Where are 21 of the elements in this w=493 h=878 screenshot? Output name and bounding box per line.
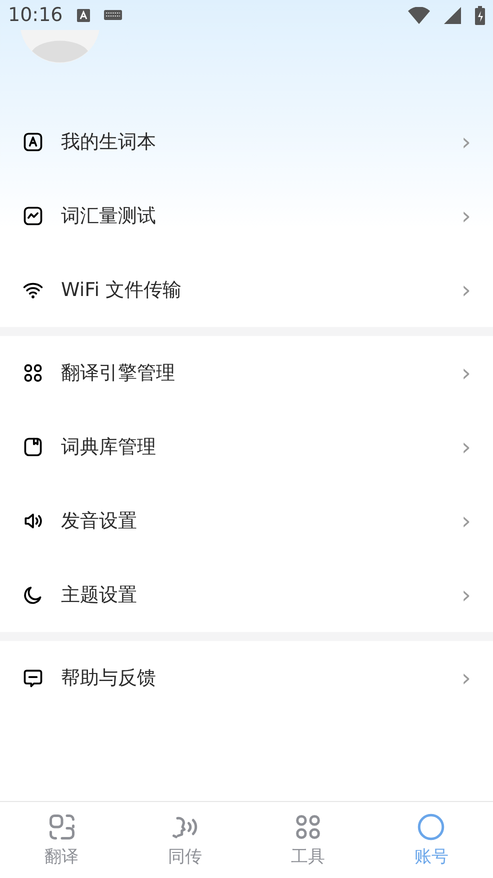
letter-a-icon [76, 8, 90, 22]
keyboard-icon [104, 10, 122, 20]
scan-icon [46, 812, 77, 842]
wifi-signal-icon [408, 6, 430, 24]
menu-item[interactable]: 翻译引擎管理 › [0, 336, 493, 410]
menu-item[interactable]: 词汇量测试 › [0, 179, 493, 253]
menu-item[interactable]: WiFi 文件传输 › [0, 253, 493, 327]
battery-icon [475, 6, 485, 24]
moon-icon [22, 584, 44, 606]
menu-item[interactable]: 主题设置 › [0, 558, 493, 632]
bookmark-icon [22, 436, 44, 458]
menu-item[interactable]: 词典库管理 › [0, 410, 493, 484]
menu-item[interactable]: 帮助与反馈 › [0, 641, 493, 715]
message-icon [22, 667, 44, 689]
menu-item[interactable]: 发音设置 › [0, 484, 493, 558]
status-time: 10:16 [8, 4, 63, 26]
menu-item[interactable]: 我的生词本 › [0, 105, 493, 179]
line-chart-icon [22, 205, 44, 227]
grid-icon [22, 362, 44, 384]
cell-signal-icon [444, 6, 461, 24]
letter-a-icon [22, 131, 44, 153]
